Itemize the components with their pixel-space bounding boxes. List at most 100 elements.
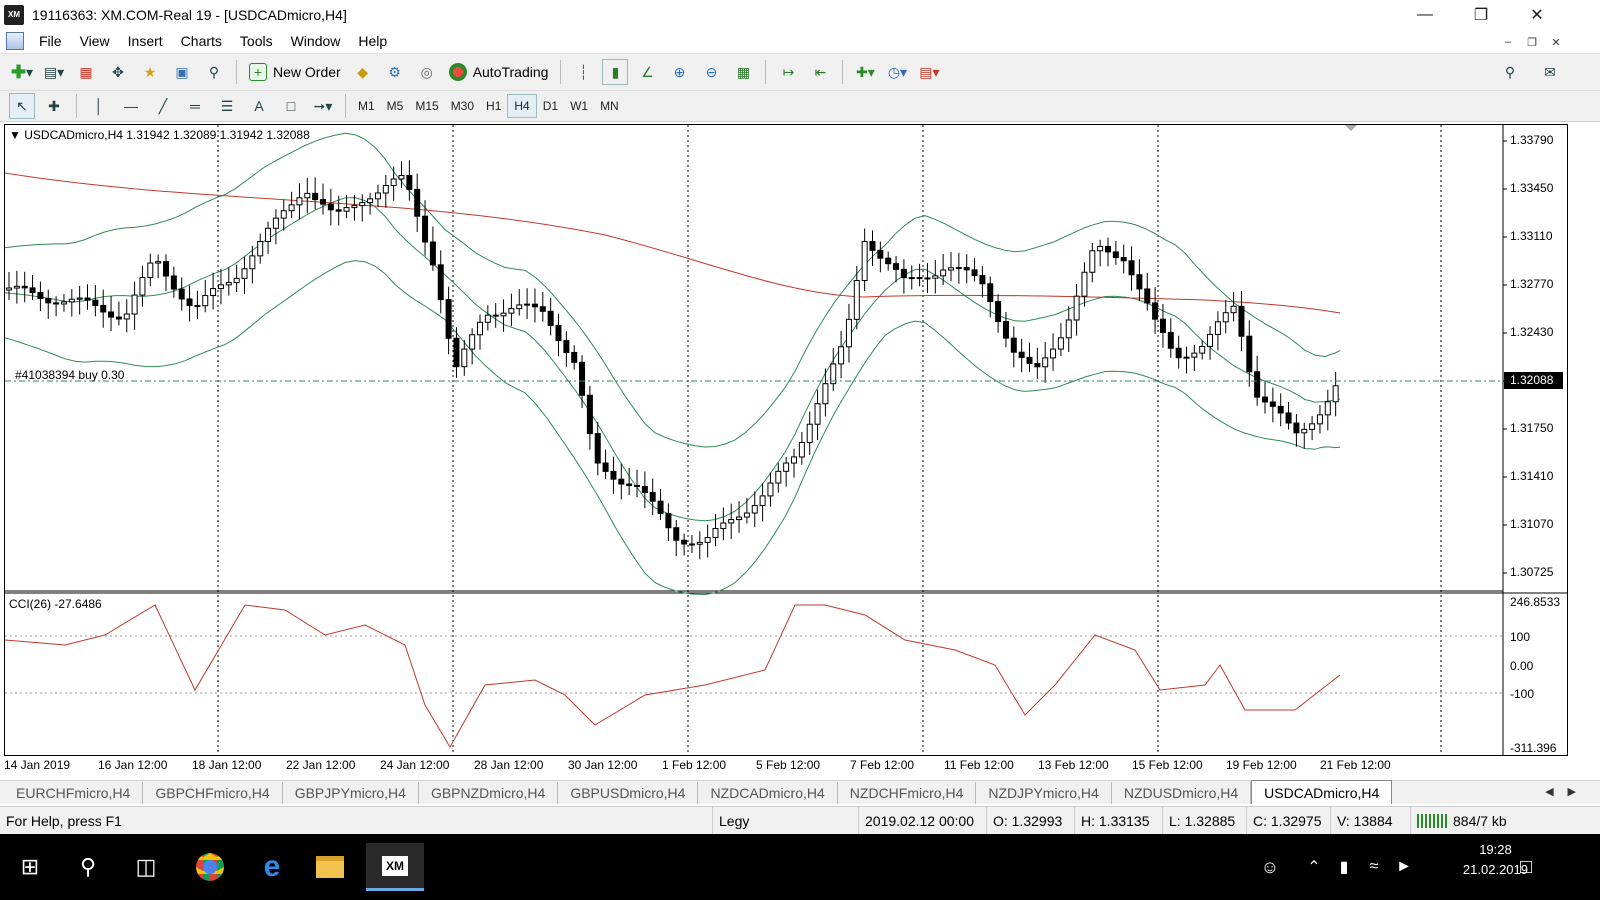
date-label: 13 Feb 12:00	[1038, 758, 1109, 772]
tab-gbpjpymicro[interactable]: GBPJPYmicro,H4	[283, 782, 419, 804]
tab-scroll-arrows-icon[interactable]: ◀▶	[1545, 785, 1590, 798]
price-label: 1.33110	[1510, 229, 1553, 243]
status-time: 2019.02.12 00:00	[858, 807, 986, 835]
document-icon[interactable]	[6, 32, 24, 50]
tab-gbpusdmicro[interactable]: GBPUSDmicro,H4	[558, 782, 699, 804]
tab-gbpnzdmicro[interactable]: GBPNZDmicro,H4	[419, 782, 559, 804]
data-window-icon[interactable]: ✥	[105, 59, 131, 85]
tab-usdcadmicro[interactable]: USDCADmicro,H4	[1251, 780, 1393, 804]
profiles-icon[interactable]: ▤▾	[41, 59, 67, 85]
timeframe-d1[interactable]: D1	[537, 94, 564, 118]
child-minimize-button[interactable]: –	[1498, 33, 1518, 51]
candlestick-icon[interactable]: ▮	[602, 59, 629, 85]
chart-window[interactable]: ▼ USDCADmicro,H4 1.31942 1.32089 1.31942…	[4, 124, 1568, 756]
fibonacci-icon[interactable]: ☰	[214, 93, 240, 119]
window-title: 19116363: XM.COM-Real 19 - [USDCADmicro,…	[32, 6, 347, 23]
auto-scroll-icon[interactable]: ↦	[775, 59, 801, 85]
timeframe-h4[interactable]: H4	[507, 94, 537, 118]
child-restore-button[interactable]: ❐	[1522, 33, 1542, 51]
date-label: 15 Feb 12:00	[1132, 758, 1203, 772]
time-axis: 14 Jan 2019 16 Jan 12:00 18 Jan 12:00 22…	[4, 756, 1568, 778]
tab-nzdusdmicro[interactable]: NZDUSDmicro,H4	[1112, 782, 1252, 804]
autotrading-button[interactable]: AutoTrading	[443, 59, 555, 85]
metaeditor-icon[interactable]: ◆	[350, 59, 376, 85]
timeframe-mn[interactable]: MN	[594, 94, 625, 118]
zoom-in-icon[interactable]: ⊕	[666, 59, 692, 85]
templates-icon[interactable]: ▤▾	[916, 59, 942, 85]
indicators-icon[interactable]: ✚▾	[852, 59, 878, 85]
edge-icon[interactable]: e	[248, 843, 296, 891]
menu-help[interactable]: Help	[349, 33, 396, 49]
market-watch-icon[interactable]: ▦	[73, 59, 99, 85]
tab-gbpchfmicro[interactable]: GBPCHFmicro,H4	[143, 782, 283, 804]
line-chart-icon[interactable]: ∠	[634, 59, 660, 85]
timeframe-m15[interactable]: M15	[409, 94, 444, 118]
chat-icon[interactable]: ✉	[1537, 59, 1563, 85]
windows-taskbar: ⊞ ⚲ ◫ e XM ☺ ⌃ ▮ ≈ ► 19:28 21.02.2019 □	[0, 834, 1600, 900]
bar-chart-icon[interactable]: ┆	[570, 59, 596, 85]
text-icon[interactable]: A	[246, 93, 272, 119]
tab-nzdchfmicro[interactable]: NZDCHFmicro,H4	[838, 782, 977, 804]
notifications-icon[interactable]: □	[1502, 843, 1550, 891]
order-label[interactable]: #41038394 buy 0.30	[15, 368, 124, 382]
windows-start-icon[interactable]: ⊞	[6, 843, 54, 891]
search-icon[interactable]: ⚲	[64, 843, 112, 891]
menu-charts[interactable]: Charts	[172, 33, 231, 49]
chart-menu-icon[interactable]: ▼	[9, 128, 21, 142]
menu-insert[interactable]: Insert	[119, 33, 172, 49]
menu-file[interactable]: File	[30, 33, 71, 49]
cci-line	[5, 604, 1341, 748]
horizontal-line-icon[interactable]: —	[118, 93, 144, 119]
market-icon[interactable]: ◎	[414, 59, 440, 85]
new-order-label: New Order	[273, 64, 341, 80]
arrows-icon[interactable]: ➙▾	[310, 93, 336, 119]
new-chart-icon[interactable]: ✚ ▾	[9, 59, 35, 85]
menu-tools[interactable]: Tools	[231, 33, 282, 49]
tab-nzdcadmicro[interactable]: NZDCADmicro,H4	[698, 782, 838, 804]
maximize-button[interactable]: ❐	[1452, 0, 1510, 29]
periods-icon[interactable]: ◷▾	[884, 59, 910, 85]
navigator-icon[interactable]: ★	[137, 59, 163, 85]
minimize-button[interactable]: —	[1396, 0, 1454, 29]
task-view-icon[interactable]: ◫	[122, 843, 170, 891]
strategy-tester-icon[interactable]: ⚲	[201, 59, 227, 85]
file-explorer-icon[interactable]	[306, 843, 354, 891]
price-chart[interactable]	[5, 125, 1567, 755]
text-label-icon[interactable]: □	[278, 93, 304, 119]
signals-icon[interactable]: ⚙	[382, 59, 408, 85]
xm-terminal-taskbar-icon[interactable]: XM	[366, 843, 424, 891]
timeframe-w1[interactable]: W1	[564, 94, 594, 118]
close-button[interactable]: ✕	[1508, 0, 1566, 29]
status-volume: V: 13884	[1330, 807, 1410, 835]
search-icon[interactable]: ⚲	[1497, 59, 1523, 85]
vertical-line-icon[interactable]: │	[86, 93, 112, 119]
child-close-button[interactable]: ✕	[1546, 33, 1566, 51]
menu-view[interactable]: View	[71, 33, 119, 49]
volume-muted-icon[interactable]: ►	[1380, 843, 1428, 891]
candlesticks	[6, 160, 1339, 560]
tab-eurchfmicro[interactable]: EURCHFmicro,H4	[4, 782, 144, 804]
date-label: 28 Jan 12:00	[474, 758, 544, 772]
status-help: For Help, press F1	[6, 813, 122, 829]
timeframe-h1[interactable]: H1	[480, 94, 507, 118]
tab-nzdjpymicro[interactable]: NZDJPYmicro,H4	[976, 782, 1112, 804]
terminal-icon[interactable]: ▣	[169, 59, 195, 85]
tile-windows-icon[interactable]: ▦	[730, 59, 756, 85]
separator	[76, 94, 77, 118]
status-traffic[interactable]: 884/7 kb	[1410, 807, 1600, 835]
timeframe-m30[interactable]: M30	[445, 94, 480, 118]
timeframe-m1[interactable]: M1	[352, 94, 381, 118]
people-icon[interactable]: ☺	[1246, 843, 1294, 891]
chrome-icon[interactable]	[186, 843, 234, 891]
new-order-button[interactable]: + New Order	[243, 59, 347, 85]
cursor-icon[interactable]: ↖	[9, 93, 35, 119]
timeframe-m5[interactable]: M5	[381, 94, 410, 118]
crosshair-icon[interactable]: ✚	[41, 93, 67, 119]
trendline-icon[interactable]: ╱	[150, 93, 176, 119]
zoom-out-icon[interactable]: ⊖	[698, 59, 724, 85]
chart-shift-icon[interactable]: ⇤	[807, 59, 833, 85]
channel-icon[interactable]: ═	[182, 93, 208, 119]
cci-label: 100	[1510, 630, 1531, 644]
menu-window[interactable]: Window	[282, 33, 350, 49]
title-bar: XM 19116363: XM.COM-Real 19 - [USDCADmic…	[0, 0, 1600, 29]
